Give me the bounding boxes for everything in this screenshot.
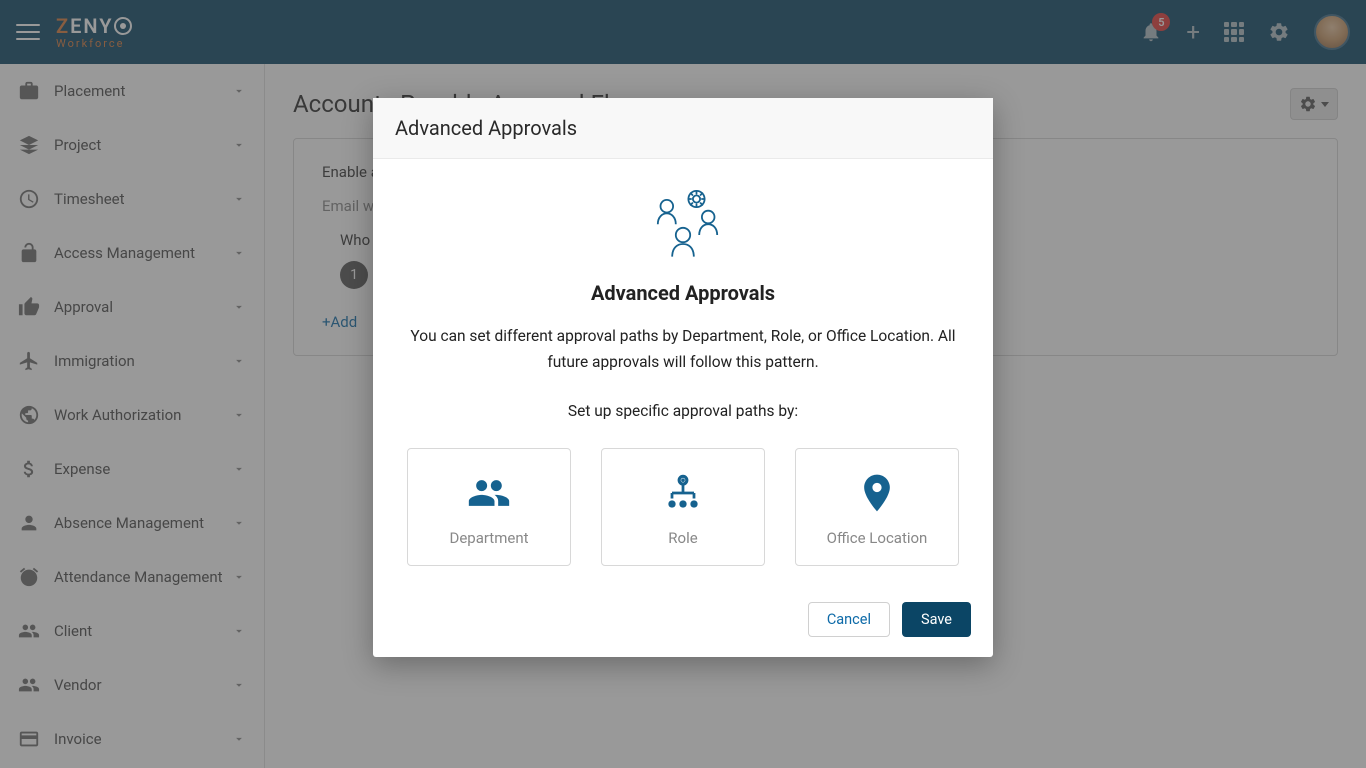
approvals-hero-icon	[638, 181, 728, 271]
option-office-location[interactable]: Office Location	[795, 448, 959, 566]
location-icon	[855, 471, 899, 515]
option-department[interactable]: Department	[407, 448, 571, 566]
save-button[interactable]: Save	[902, 602, 971, 637]
option-label: Office Location	[827, 529, 928, 547]
advanced-approvals-modal: Advanced Approvals Advanced Approvals Yo…	[373, 98, 993, 657]
option-label: Role	[668, 529, 697, 547]
option-role[interactable]: Role	[601, 448, 765, 566]
modal-title: Advanced Approvals	[407, 281, 959, 305]
modal-overlay: Advanced Approvals Advanced Approvals Yo…	[0, 0, 1366, 768]
department-icon	[467, 471, 511, 515]
option-label: Department	[449, 529, 528, 547]
modal-subtitle: Set up specific approval paths by:	[407, 402, 959, 420]
cancel-button[interactable]: Cancel	[808, 602, 890, 637]
role-icon	[661, 471, 705, 515]
modal-header: Advanced Approvals	[373, 98, 993, 159]
modal-description: You can set different approval paths by …	[407, 323, 959, 376]
